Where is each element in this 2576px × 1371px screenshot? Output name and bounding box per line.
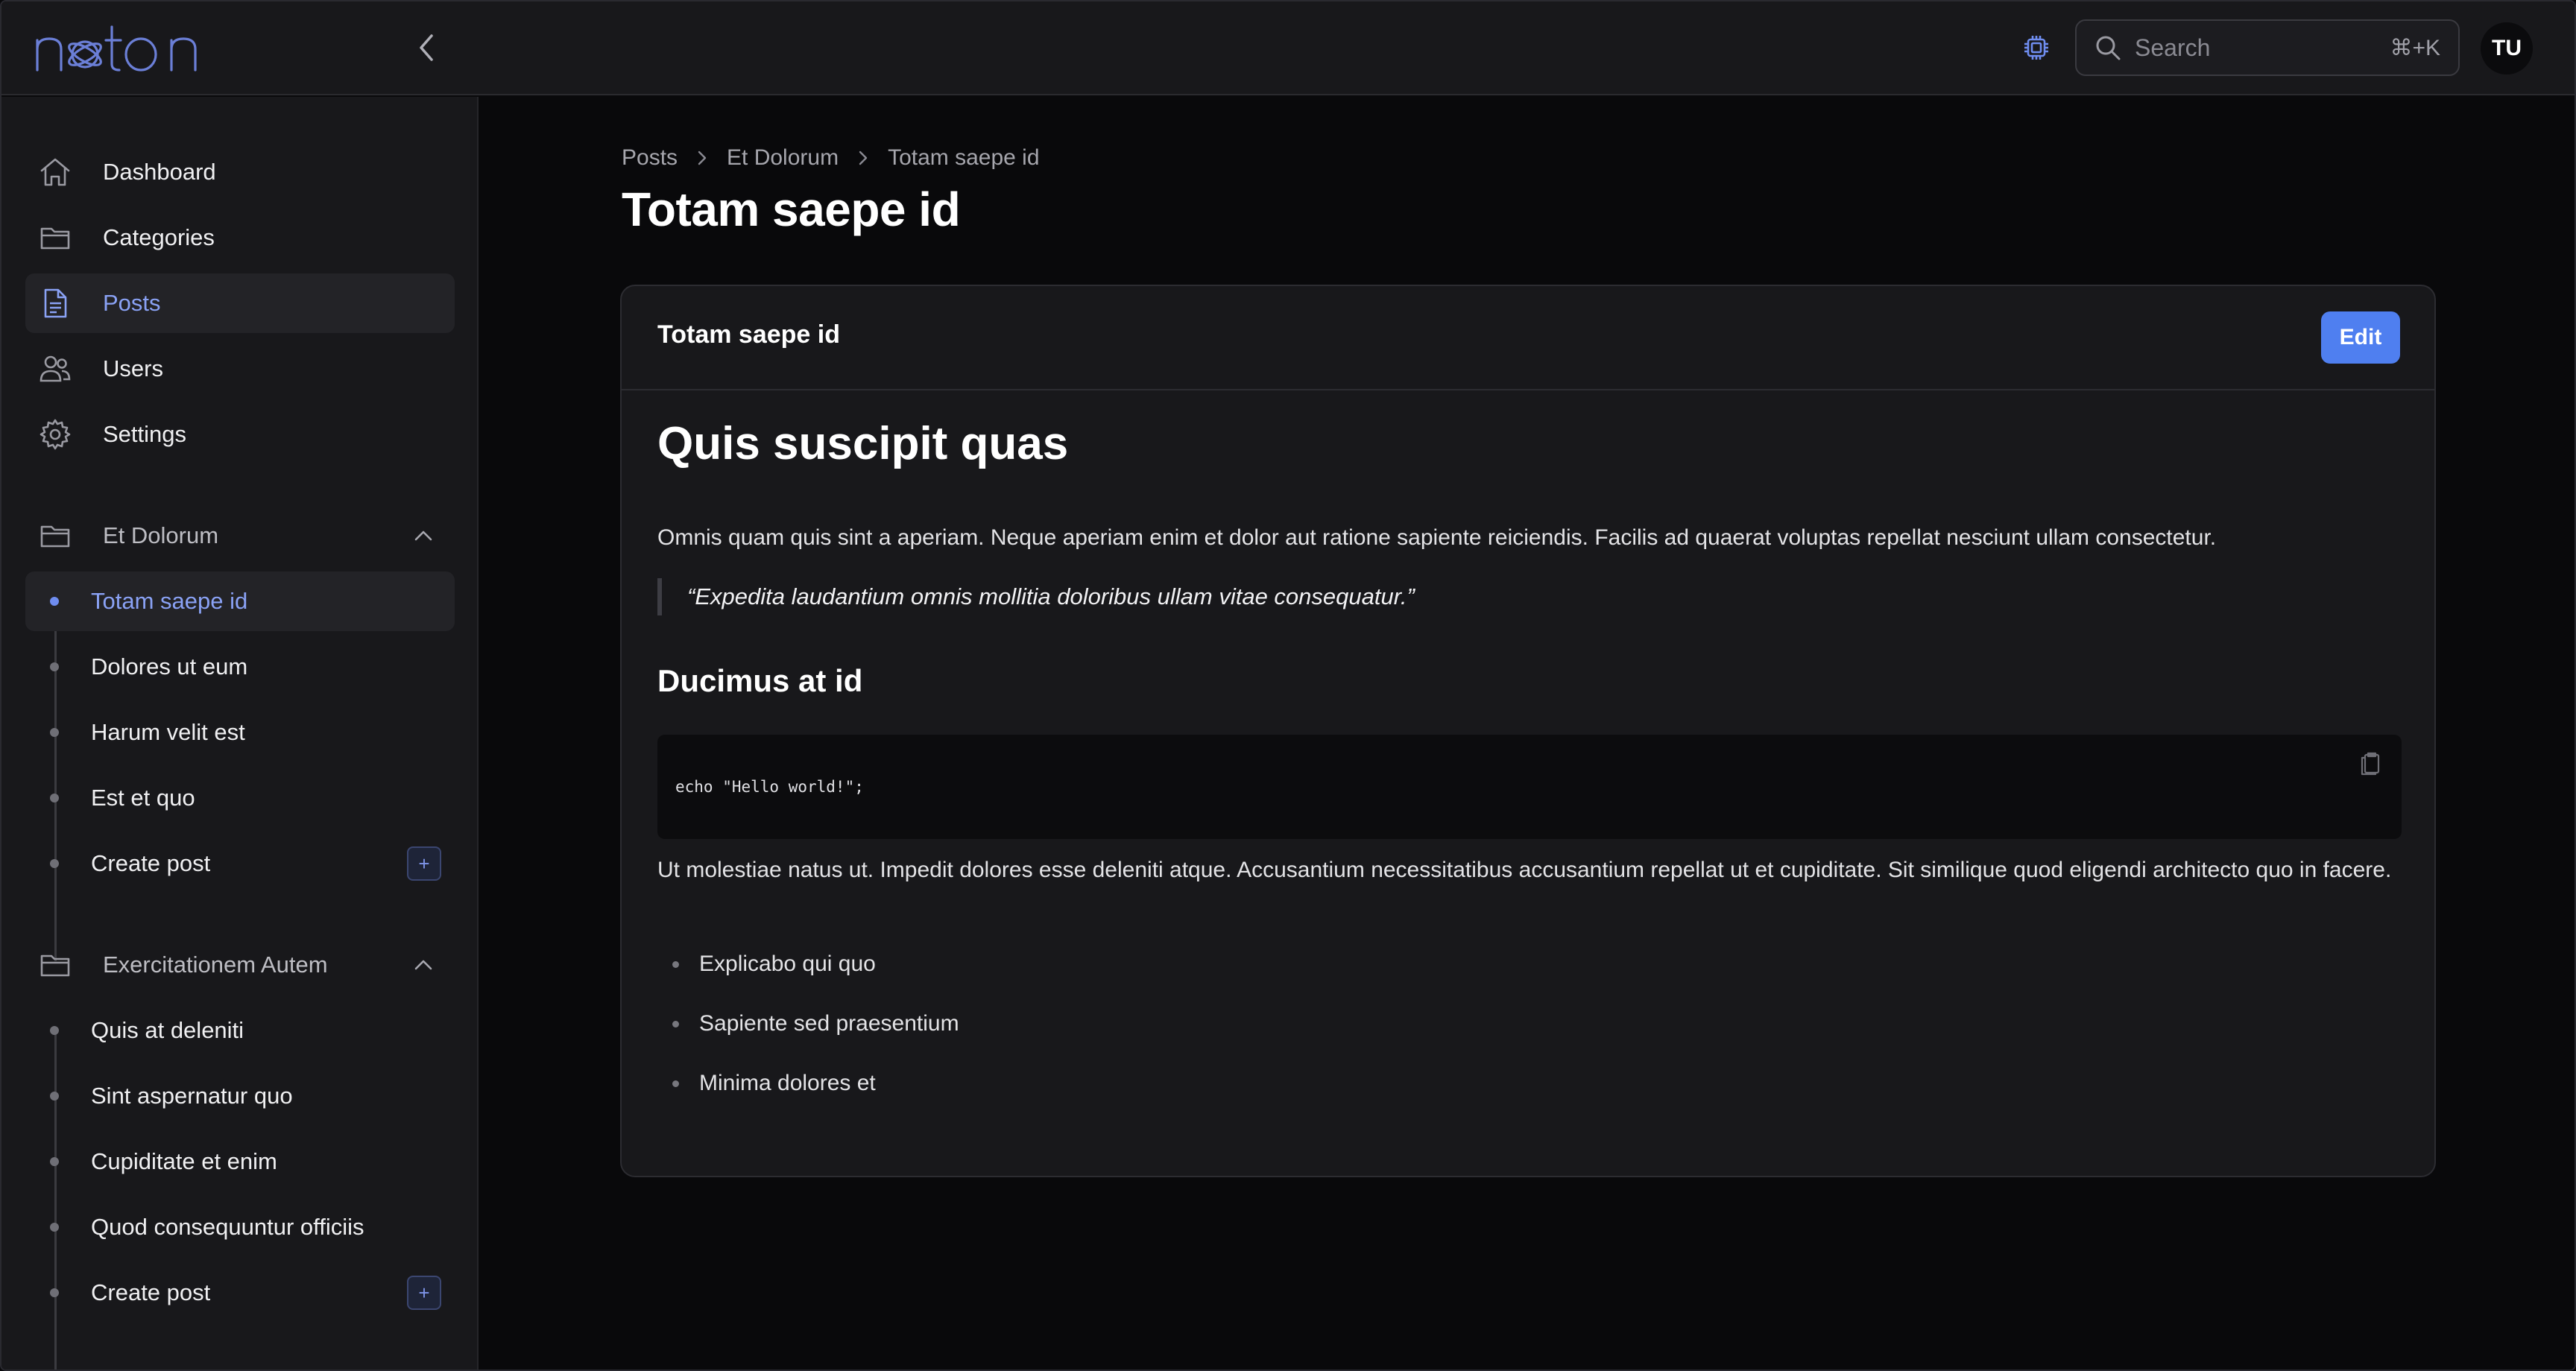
tree-item-label: Create post <box>91 850 211 876</box>
search-input[interactable] <box>2135 34 2373 62</box>
content-paragraph: Ut molestiae natus ut. Impedit dolores e… <box>657 858 2392 882</box>
chevron-left-icon <box>420 34 433 61</box>
content-heading: Quis suscipit quas <box>657 418 1069 469</box>
sidebar-item-settings[interactable]: Settings <box>25 405 455 464</box>
tree-item-label: Harum velit est <box>91 719 245 745</box>
sidebar-item-label: Posts <box>103 290 161 316</box>
tree-dot <box>50 662 59 671</box>
user-avatar[interactable]: TU <box>2481 22 2533 75</box>
create-post-plus-button[interactable]: + <box>407 1276 441 1310</box>
list-item: Sapiente sed praesentium <box>657 994 1552 1054</box>
list-item-text: Minima dolores et <box>699 1071 876 1095</box>
copy-icon <box>2361 752 2380 776</box>
tree-item-harum-velit-est[interactable]: Harum velit est <box>25 703 455 762</box>
tree-dot <box>50 1223 59 1232</box>
collapse-sidebar-button[interactable] <box>408 30 444 66</box>
tree-dot <box>50 728 59 737</box>
tree-item-create-post[interactable]: Create post + <box>25 834 455 893</box>
folder-icon <box>37 947 73 983</box>
tree-dot <box>50 794 59 802</box>
sidebar-item-posts[interactable]: Posts <box>25 273 455 333</box>
list-item-text: Sapiente sed praesentium <box>699 1011 959 1036</box>
search-icon <box>2096 36 2121 60</box>
app-logo[interactable] <box>34 21 221 75</box>
card-title: Totam saepe id <box>657 320 840 349</box>
chevron-up-icon[interactable] <box>411 953 435 977</box>
content-subheading: Ducimus at id <box>657 663 863 698</box>
list-item: Minima dolores et <box>657 1054 1552 1113</box>
sidebar-item-label: Settings <box>103 421 187 447</box>
edit-button[interactable]: Edit <box>2321 311 2400 364</box>
group-header-et-dolorum[interactable]: Et Dolorum <box>25 506 455 566</box>
post-card: Totam saepe id Edit Quis suscipit quas O… <box>620 285 2436 1177</box>
folder-icon <box>37 518 73 554</box>
sidebar-item-users[interactable]: Users <box>25 339 455 399</box>
users-icon <box>37 351 73 387</box>
tree-item-label: Est et quo <box>91 785 195 811</box>
tree-dot <box>50 1157 59 1166</box>
code-text: echo "Hello world!"; <box>675 778 864 796</box>
list-item: Explicabo qui quo <box>657 934 1552 994</box>
tree-item-label: Cupiditate et enim <box>91 1148 277 1174</box>
sidebar-item-label: Categories <box>103 224 215 250</box>
bullet-dot <box>672 1080 679 1087</box>
copy-code-button[interactable] <box>2355 748 2385 778</box>
tree-item-label: Sint aspernatur quo <box>91 1083 293 1109</box>
tree-dot <box>50 859 59 868</box>
chevron-up-icon[interactable] <box>411 524 435 548</box>
blockquote: “Expedita laudantium omnis mollitia dolo… <box>657 578 1415 615</box>
tree-item-label: Quis at deleniti <box>91 1017 244 1043</box>
group-label: Exercitationem Autem <box>103 952 328 978</box>
group-header-exercitationem-autem[interactable]: Exercitationem Autem <box>25 935 455 995</box>
tree-item-label: Totam saepe id <box>91 588 248 614</box>
tree-item-est-et-quo[interactable]: Est et quo <box>25 768 455 828</box>
tree-item-label: Quod consequuntur officiis <box>91 1214 364 1240</box>
tree-item-label: Dolores ut eum <box>91 653 248 680</box>
sidebar-item-label: Dashboard <box>103 159 216 185</box>
bullet-dot <box>672 1021 679 1028</box>
tree-item-totam-saepe-id[interactable]: Totam saepe id <box>25 571 455 631</box>
cpu-chip-icon <box>2024 36 2048 60</box>
breadcrumb: Posts Et Dolorum Totam saepe id <box>622 143 1040 173</box>
logo-mark <box>36 25 197 72</box>
tree-dot <box>50 597 59 606</box>
tree-item-dolores-ut-eum[interactable]: Dolores ut eum <box>25 637 455 697</box>
bullet-list: Explicabo qui quo Sapiente sed praesenti… <box>657 934 1552 1113</box>
group-label: Et Dolorum <box>103 522 219 548</box>
tree-item-sint-aspernatur-quo[interactable]: Sint aspernatur quo <box>25 1066 455 1126</box>
tree-item-create-post[interactable]: Create post + <box>25 1263 455 1323</box>
search-box[interactable]: ⌘+K <box>2075 19 2460 76</box>
chevron-right-icon <box>697 150 707 166</box>
search-shortcut-hint: ⌘+K <box>2390 35 2440 60</box>
tree-dot <box>50 1026 59 1035</box>
bullet-dot <box>672 961 679 968</box>
page-title: Totam saepe id <box>622 183 961 236</box>
create-post-plus-button[interactable]: + <box>407 846 441 881</box>
tree-dot <box>50 1288 59 1297</box>
top-bar: ⌘+K TU <box>1 1 2575 95</box>
code-block: echo "Hello world!"; <box>657 735 2402 839</box>
breadcrumb-category[interactable]: Et Dolorum <box>727 145 839 171</box>
document-icon <box>37 285 73 321</box>
sidebar-item-label: Users <box>103 355 163 381</box>
chevron-right-icon <box>858 150 868 166</box>
folder-icon <box>37 220 73 256</box>
gear-icon <box>37 417 73 452</box>
app-window: ⌘+K TU Dashboard Categories Posts <box>0 0 2576 1371</box>
sidebar: Dashboard Categories Posts Users Setting <box>1 97 479 1370</box>
tree-item-quis-at-deleniti[interactable]: Quis at deleniti <box>25 1001 455 1060</box>
list-item-text: Explicabo qui quo <box>699 952 876 976</box>
breadcrumb-current: Totam saepe id <box>888 145 1040 170</box>
card-header: Totam saepe id Edit <box>622 286 2434 390</box>
tree-item-cupiditate-et-enim[interactable]: Cupiditate et enim <box>25 1132 455 1191</box>
home-icon <box>37 154 73 190</box>
tree-item-label: Create post <box>91 1279 211 1305</box>
content-paragraph: Omnis quam quis sint a aperiam. Neque ap… <box>657 525 2217 550</box>
sidebar-item-categories[interactable]: Categories <box>25 208 455 267</box>
tree-dot <box>50 1092 59 1101</box>
chip-button[interactable] <box>2020 31 2053 64</box>
tree-item-quod-consequuntur-officiis[interactable]: Quod consequuntur officiis <box>25 1197 455 1257</box>
sidebar-item-dashboard[interactable]: Dashboard <box>25 142 455 202</box>
breadcrumb-posts[interactable]: Posts <box>622 145 678 171</box>
